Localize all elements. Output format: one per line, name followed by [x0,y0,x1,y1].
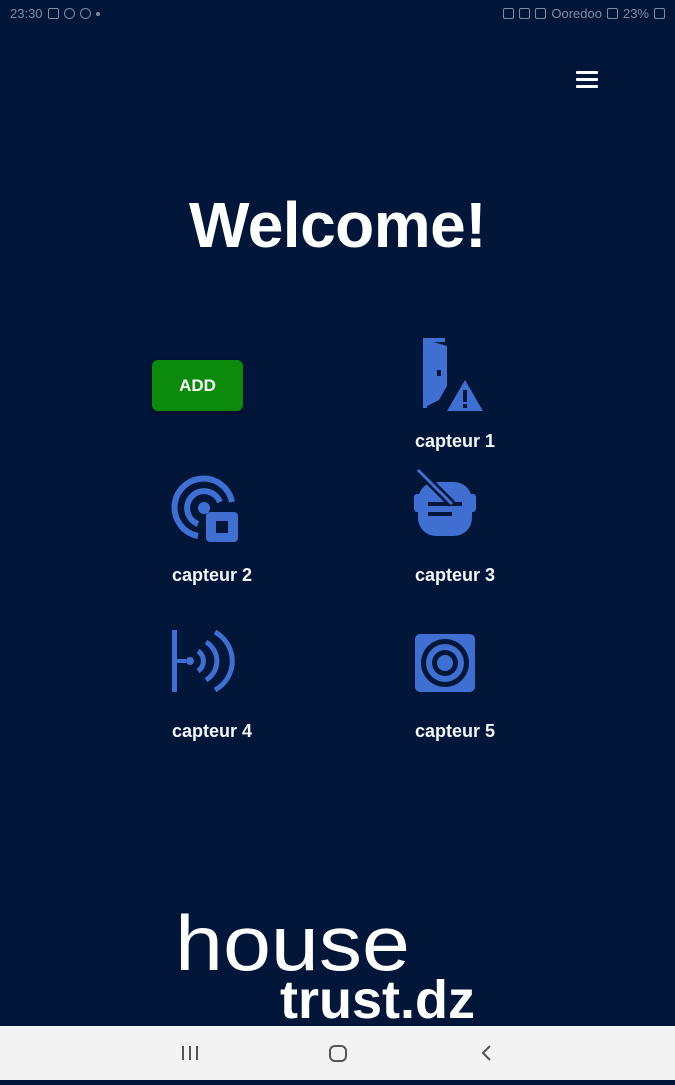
sensor-item-3[interactable]: capteur 3 [385,468,525,588]
radar-lock-icon [171,475,238,542]
mute-icon [535,8,547,19]
sensor-item-2[interactable]: capteur 2 [142,470,282,590]
add-button[interactable]: ADD [152,360,243,411]
messenger-icon [63,8,75,19]
sensor-item-5[interactable]: capteur 5 [385,632,525,752]
page-title: Welcome! [188,189,487,261]
target-square-icon [415,634,475,692]
house-trust-logo: house trust.dz [175,899,475,1025]
navigation-bar [0,1026,675,1080]
logo-line2: trust.dz [280,970,475,1025]
chrome-icon [79,8,91,19]
nfc-icon [519,8,531,19]
recent-apps-icon[interactable] [160,1026,220,1080]
status-bar-left: 23:30 [10,6,100,21]
sensor-label: capteur 2 [171,565,253,585]
signal-icon [606,8,618,19]
dot-icon [95,11,100,16]
gallery-icon [47,8,59,19]
sensor-item-1[interactable]: capteur 1 [385,336,525,456]
sensor-label: capteur 4 [171,721,253,741]
status-bar-right: Ooredoo 23% [503,6,665,21]
sensor-label: capteur 1 [414,431,496,451]
sensor-label: capteur 3 [414,565,496,585]
cancelled-gear-icon [414,468,476,536]
sensor-label: capteur 5 [414,721,496,741]
carrier-name: Ooredoo [551,6,602,21]
door-warning-icon [423,338,483,411]
hamburger-menu-icon[interactable] [576,71,598,89]
signal-waves-icon [172,629,235,693]
alarm-icon [503,8,515,19]
status-bar: 23:30 Ooredoo 23% [0,0,675,28]
back-icon[interactable] [456,1026,516,1080]
battery-icon [654,8,665,19]
sensor-item-4[interactable]: capteur 4 [142,626,282,746]
home-icon[interactable] [308,1026,368,1080]
battery-percent: 23% [622,6,649,21]
status-time: 23:30 [10,6,43,21]
